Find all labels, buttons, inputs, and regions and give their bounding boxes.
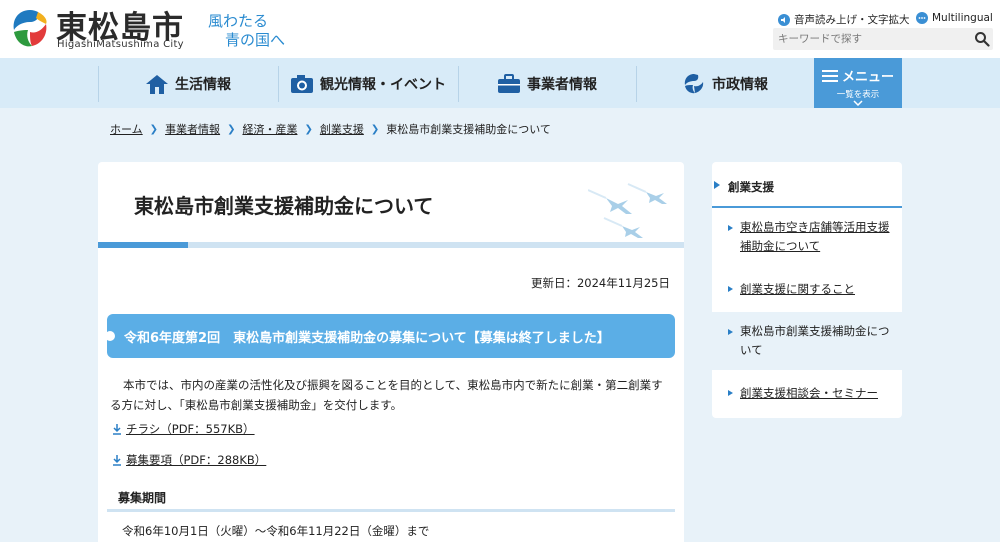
nav-item-city-admin[interactable]: 市政情報	[636, 66, 814, 102]
nav-label: 生活情報	[175, 77, 231, 93]
city-emblem-icon	[684, 74, 704, 94]
chevron-right-icon: ❯	[370, 123, 380, 135]
menu-label: メニュー	[841, 70, 894, 85]
menu-label-row: メニュー	[814, 66, 902, 85]
side-nav-heading-label: 創業支援	[728, 180, 774, 194]
chevron-right-icon: ❯	[304, 123, 313, 135]
period-heading: 募集期間	[118, 491, 167, 505]
side-nav-heading[interactable]: 創業支援	[712, 162, 902, 208]
breadcrumb-link-startup[interactable]: 創業支援	[320, 121, 364, 137]
multilingual-label: Multilingual	[932, 12, 993, 24]
speech-bubble-icon	[916, 12, 928, 24]
house-icon	[146, 75, 168, 94]
side-nav-item-label: 東松島市創業支援補助金について	[740, 324, 890, 357]
download-item: 募集要項（PDF：288KB）	[112, 452, 266, 468]
breadcrumb-current: 東松島市創業支援補助金について	[386, 123, 551, 136]
chevron-right-icon: ❯	[149, 123, 159, 135]
download-item: チラシ（PDF：557KB）	[112, 421, 255, 437]
site-search	[773, 28, 993, 50]
hamburger-icon	[821, 69, 838, 82]
jet-formation-icon	[588, 183, 667, 238]
heading-dot	[105, 331, 115, 341]
breadcrumb-link-business[interactable]: 事業者情報	[165, 121, 220, 137]
nav-label: 市政情報	[712, 77, 768, 93]
site-header: 東松島市 HigashiMatsushima City 風わたる 青の国へ 音声…	[0, 0, 1000, 58]
side-nav-item-startup-grant[interactable]: 東松島市創業支援補助金について	[712, 312, 902, 370]
chevron-down-icon	[853, 100, 863, 106]
triangle-right-icon	[714, 181, 720, 189]
title-underline-accent	[98, 242, 188, 248]
side-nav-item-vacant-store[interactable]: 東松島市空き店舗等活用支援補助金について	[712, 208, 902, 266]
search-input[interactable]	[773, 28, 963, 50]
intro-paragraph: 本市では、市内の産業の活性化及び振興を図ることを目的として、東松島市内で新たに創…	[110, 378, 663, 412]
section-heading: 令和6年度第2回 東松島市創業支援補助金の募集について【募集は終了しました】	[105, 314, 675, 358]
side-nav: 創業支援 東松島市空き店舗等活用支援補助金について 創業支援に関すること 東松島…	[712, 162, 902, 418]
search-icon[interactable]	[974, 31, 990, 47]
nav-label: 事業者情報	[527, 77, 597, 93]
triangle-right-icon	[728, 329, 733, 335]
period-text: 令和6年10月1日（火曜）～令和6年11月22日（金曜）まで	[122, 524, 430, 538]
guidelines-pdf-link[interactable]: 募集要項（PDF：288KB）	[126, 452, 266, 468]
voice-reader-link[interactable]: 音声読み上げ・文字拡大	[778, 12, 910, 27]
breadcrumb-link-economy[interactable]: 経済・産業	[242, 121, 297, 137]
breadcrumb-link-home[interactable]: ホーム	[110, 121, 143, 137]
main-content: 東松島市創業支援補助金について 更新日：2024年11月25日 令和6年度第2回…	[98, 162, 684, 542]
side-nav-item-label: 創業支援に関すること	[740, 282, 855, 296]
breadcrumb: ホーム ❯ 事業者情報 ❯ 経済・産業 ❯ 創業支援 ❯ 東松島市創業支援補助金…	[110, 121, 551, 137]
nav-item-business[interactable]: 事業者情報	[458, 66, 636, 102]
multilingual-link[interactable]: Multilingual	[916, 12, 993, 24]
city-logo-icon[interactable]	[8, 6, 52, 50]
menu-sublabel: 一覧を表示	[836, 90, 880, 100]
catchphrase-line1: 風わたる	[208, 12, 269, 30]
side-nav-item-seminar[interactable]: 創業支援相談会・セミナー	[712, 370, 902, 418]
voice-reader-label: 音声読み上げ・文字拡大	[794, 14, 910, 26]
download-icon	[113, 423, 121, 435]
download-icon	[113, 454, 121, 466]
nav-item-tourism[interactable]: 観光情報・イベント	[278, 66, 458, 102]
period-heading-underline	[107, 509, 675, 512]
side-nav-item-label: 創業支援相談会・セミナー	[740, 386, 878, 400]
side-nav-item-startup-support[interactable]: 創業支援に関すること	[712, 266, 902, 312]
menu-button[interactable]: メニュー 一覧を表示	[814, 58, 902, 108]
chevron-right-icon: ❯	[227, 123, 236, 135]
page-title: 東松島市創業支援補助金について	[134, 194, 434, 218]
speaker-icon	[778, 13, 790, 26]
triangle-right-icon	[728, 390, 733, 396]
triangle-right-icon	[728, 286, 733, 292]
nav-item-living[interactable]: 生活情報	[98, 66, 278, 102]
camera-icon	[291, 75, 313, 93]
side-nav-item-label: 東松島市空き店舗等活用支援補助金について	[740, 220, 890, 253]
catchphrase-line2: 青の国へ	[225, 31, 286, 49]
triangle-right-icon	[728, 225, 733, 231]
nav-label: 観光情報・イベント	[320, 77, 446, 93]
section-heading-text: 令和6年度第2回 東松島市創業支援補助金の募集について【募集は終了しました】	[124, 331, 610, 346]
updated-date: 更新日：2024年11月25日	[530, 276, 670, 290]
briefcase-icon	[498, 74, 520, 93]
site-logo-subtitle: HigashiMatsushima City	[57, 39, 184, 50]
flyer-pdf-link[interactable]: チラシ（PDF：557KB）	[126, 421, 255, 437]
